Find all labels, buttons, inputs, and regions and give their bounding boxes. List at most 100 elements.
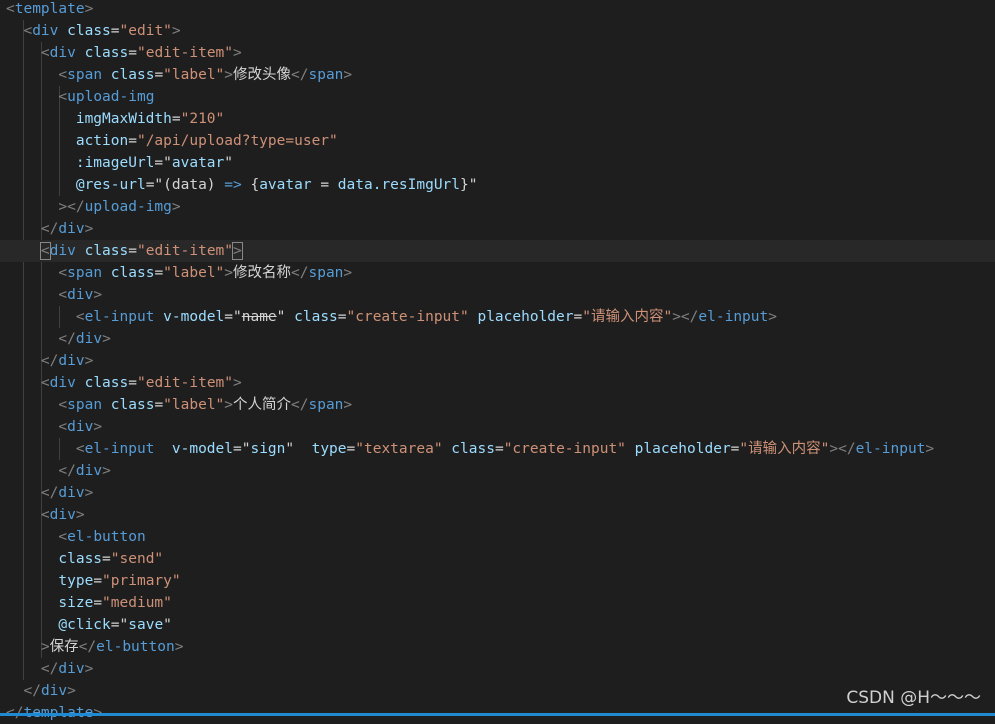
code-token: avatar xyxy=(259,177,312,193)
code-line-31[interactable]: </div> xyxy=(0,658,93,680)
code-line-4[interactable]: <span class="label">修改头像</span> xyxy=(0,64,352,86)
code-token: < xyxy=(58,529,68,545)
code-line-16[interactable]: </div> xyxy=(0,328,111,350)
code-token: div xyxy=(49,507,76,523)
code-token: < xyxy=(58,67,68,83)
code-line-8[interactable]: :imageUrl="avatar" xyxy=(0,152,233,174)
code-token: 修改名称 xyxy=(233,265,292,281)
code-token: v-model xyxy=(171,441,233,457)
code-token: > xyxy=(224,67,234,83)
code-token: = xyxy=(128,133,137,149)
code-line-32[interactable]: </div> xyxy=(0,680,75,702)
code-line-19[interactable]: <span class="label">个人简介</span> xyxy=(0,394,352,416)
code-line-9[interactable]: @res-url="(data) => {avatar = data.resIm… xyxy=(0,174,478,196)
code-line-20[interactable]: <div> xyxy=(0,416,102,438)
code-token: save xyxy=(128,617,164,633)
code-token: div xyxy=(40,683,68,699)
code-token: > xyxy=(233,375,242,391)
code-line-22[interactable]: </div> xyxy=(0,460,111,482)
code-line-12[interactable]: <div class="edit-item"> xyxy=(0,240,995,262)
code-token: > xyxy=(768,309,777,325)
code-token: > xyxy=(232,242,243,260)
code-token: size xyxy=(58,595,94,611)
code-line-6[interactable]: imgMaxWidth="210" xyxy=(0,108,224,130)
code-token: = xyxy=(110,23,120,39)
code-token: div xyxy=(49,45,76,61)
code-line-29[interactable]: @click="save" xyxy=(0,614,172,636)
code-editor[interactable]: <template> <div class="edit"> <div class… xyxy=(0,0,995,721)
code-token: placeholder xyxy=(634,441,731,457)
code-token: action xyxy=(75,133,129,149)
code-line-3[interactable]: <div class="edit-item"> xyxy=(0,42,242,64)
code-token: > xyxy=(174,639,184,655)
code-token: > xyxy=(102,463,111,479)
code-token: </ xyxy=(291,397,309,413)
code-token: span xyxy=(308,67,344,83)
code-token: data.resImgUrl xyxy=(337,177,461,193)
code-line-1[interactable]: <template> xyxy=(0,0,93,20)
code-token: div xyxy=(49,243,76,259)
code-token: class xyxy=(84,375,129,391)
code-token: span xyxy=(67,67,103,83)
code-line-17[interactable]: </div> xyxy=(0,350,93,372)
code-line-27[interactable]: type="primary" xyxy=(0,570,180,592)
code-line-25[interactable]: <el-button xyxy=(0,526,145,548)
code-line-30[interactable]: >保存</el-button> xyxy=(0,636,184,658)
code-token: span xyxy=(308,265,344,281)
code-line-15[interactable]: <el-input v-model="name" class="create-i… xyxy=(0,306,777,328)
code-token: < xyxy=(58,419,68,435)
code-token: = xyxy=(128,45,137,61)
code-token: class xyxy=(84,243,129,259)
code-token: el-input xyxy=(84,309,155,325)
code-token: class xyxy=(110,397,155,413)
code-token: el-input xyxy=(698,309,769,325)
code-line-18[interactable]: <div class="edit-item"> xyxy=(0,372,242,394)
code-token: = xyxy=(494,441,504,457)
code-line-23[interactable]: </div> xyxy=(0,482,93,504)
code-token: < xyxy=(58,265,68,281)
code-token: </ xyxy=(40,485,59,501)
code-token: @click xyxy=(58,617,111,633)
code-token: "edit-item" xyxy=(136,45,234,61)
code-line-5[interactable]: <upload-img xyxy=(0,86,154,108)
code-token: > xyxy=(233,45,242,61)
code-token: = xyxy=(573,309,583,325)
code-token: </ xyxy=(58,463,76,479)
code-line-28[interactable]: size="medium" xyxy=(0,592,172,614)
code-line-11[interactable]: </div> xyxy=(0,218,93,240)
code-token: " xyxy=(285,441,312,457)
code-token: "medium" xyxy=(102,595,172,611)
code-token: > xyxy=(224,265,234,281)
code-token: ></ xyxy=(829,441,856,457)
code-line-2[interactable]: <div class="edit"> xyxy=(0,20,180,42)
code-line-24[interactable]: <div> xyxy=(0,504,85,526)
code-token: " xyxy=(224,155,234,171)
code-line-26[interactable]: class="send" xyxy=(0,548,163,570)
code-token: > xyxy=(102,331,111,347)
code-line-13[interactable]: <span class="label">修改名称</span> xyxy=(0,262,352,284)
code-token: < xyxy=(40,375,50,391)
code-line-14[interactable]: <div> xyxy=(0,284,102,306)
code-line-7[interactable]: action="/api/upload?type=user" xyxy=(0,130,338,152)
code-token: = xyxy=(171,111,181,127)
code-line-21[interactable]: <el-input v-model="sign" type="textarea"… xyxy=(0,438,934,460)
code-token: span xyxy=(67,397,103,413)
code-token: upload-img xyxy=(84,199,172,215)
code-token: ="(data) xyxy=(145,177,225,193)
code-token: div xyxy=(58,485,85,501)
code-line-10[interactable]: ></upload-img> xyxy=(0,196,180,218)
code-token: " xyxy=(163,155,172,171)
code-token: = xyxy=(154,265,164,281)
